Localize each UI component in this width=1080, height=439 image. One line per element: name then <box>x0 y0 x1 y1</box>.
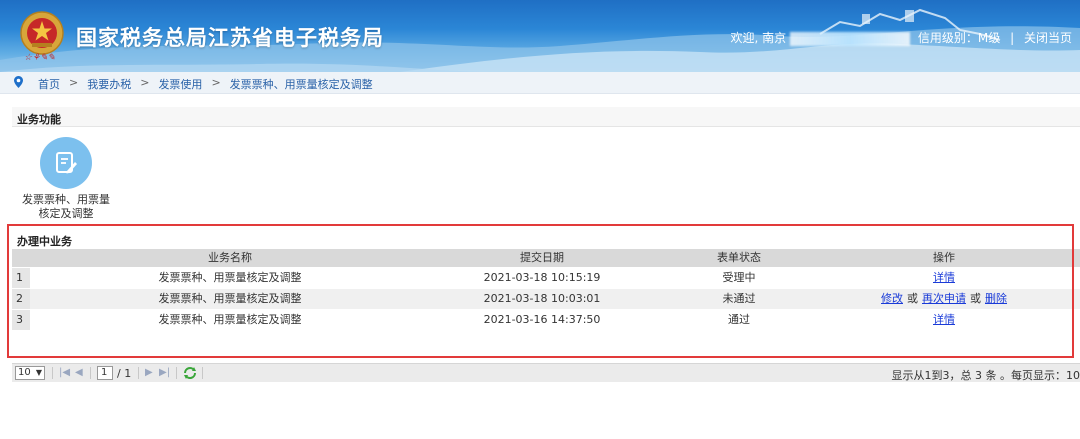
row-business-name: 发票票种、用票量核定及调整 <box>158 271 302 284</box>
column-header-name[interactable]: 业务名称 <box>30 249 430 267</box>
delete-link[interactable]: 删除 <box>985 292 1007 305</box>
row-submit-date: 2021-03-16 14:37:50 <box>483 313 601 326</box>
row-number: 3 <box>12 310 30 330</box>
tile-label: 发票票种、用票量核定及调整 <box>22 193 110 220</box>
table-row[interactable]: 1 发票票种、用票量核定及调整 2021-03-18 10:15:19 受理中 … <box>12 268 1080 288</box>
edit-document-icon <box>56 152 77 174</box>
breadcrumb-separator: > <box>69 76 79 89</box>
tax-bureau-emblem-icon <box>20 11 64 55</box>
header-banner: ☆⚘✎✎ 国家税务总局江苏省电子税务局 欢迎, 南京 信用级别：M级 | 关闭当… <box>0 0 1080 72</box>
prev-page-icon[interactable]: ◀ <box>75 367 83 378</box>
breadcrumb-home[interactable]: 首页 <box>38 76 60 92</box>
chevron-down-icon: ▼ <box>35 368 42 377</box>
column-header-status[interactable]: 表单状态 <box>654 249 824 267</box>
pager-separator <box>90 367 91 379</box>
column-header-date[interactable]: 提交日期 <box>430 249 654 267</box>
modify-link[interactable]: 修改 <box>881 292 903 305</box>
user-bar: 欢迎, 南京 信用级别：M级 | 关闭当页 <box>730 29 1072 46</box>
breadcrumb: 首页 > 我要办税 > 发票使用 > 发票票种、用票量核定及调整 <box>0 72 1080 94</box>
redacted-username <box>790 31 911 46</box>
row-status: 通过 <box>728 313 750 326</box>
next-page-icon[interactable]: ▶ <box>145 367 153 378</box>
pager-separator <box>138 367 139 379</box>
row-number: 1 <box>12 268 30 288</box>
function-section-title: 业务功能 <box>12 107 1080 127</box>
breadcrumb-tax-handling[interactable]: 我要办税 <box>87 76 131 92</box>
table-header: 业务名称 提交日期 表单状态 操作 <box>12 249 1080 267</box>
or-text: 或 <box>907 292 918 305</box>
total-pages: / 1 <box>117 367 132 380</box>
table-row[interactable]: 2 发票票种、用票量核定及调整 2021-03-18 10:03:01 未通过 … <box>12 289 1080 309</box>
row-status: 受理中 <box>722 271 756 284</box>
breadcrumb-current[interactable]: 发票票种、用票量核定及调整 <box>230 76 373 92</box>
row-number: 2 <box>12 289 30 309</box>
location-pin-icon <box>14 76 23 88</box>
row-business-name: 发票票种、用票量核定及调整 <box>158 292 302 305</box>
pager-info: 显示从1到3，总 3 条 。每页显示：10 <box>891 369 1080 382</box>
row-submit-date: 2021-03-18 10:03:01 <box>483 292 601 305</box>
first-page-icon[interactable]: |◀ <box>59 367 70 378</box>
site-title: 国家税务总局江苏省电子税务局 <box>76 26 384 50</box>
details-link[interactable]: 详情 <box>933 271 955 284</box>
page-size-value: 10 <box>18 367 31 378</box>
breadcrumb-invoice-use[interactable]: 发票使用 <box>158 76 202 92</box>
pagination-bar: 10 ▼ |◀ ◀ 1 / 1 ▶ ▶| 显示从1到3，总 3 条 。每页显示：… <box>12 363 1080 382</box>
pager-separator <box>176 367 177 379</box>
row-ops: 详情 <box>824 310 1064 330</box>
last-page-icon[interactable]: ▶| <box>159 367 170 378</box>
pending-section-title: 办理中业务 <box>12 229 1080 249</box>
current-page-input[interactable]: 1 <box>97 366 113 380</box>
row-business-name: 发票票种、用票量核定及调整 <box>158 313 302 326</box>
reapply-link[interactable]: 再次申请 <box>922 292 966 305</box>
credit-level: 信用级别：M级 <box>917 31 1001 45</box>
welcome-text: 欢迎, 南京 <box>730 31 787 45</box>
details-link[interactable]: 详情 <box>933 313 955 326</box>
signature-mark: ☆⚘✎✎ <box>24 53 56 63</box>
invoice-approval-tile[interactable]: 发票票种、用票量核定及调整 <box>22 137 110 221</box>
table-row[interactable]: 3 发票票种、用票量核定及调整 2021-03-16 14:37:50 通过 详… <box>12 310 1080 330</box>
userbar-separator: | <box>1010 31 1015 45</box>
row-ops: 详情 <box>824 268 1064 288</box>
pager-separator <box>202 367 203 379</box>
pager-separator <box>52 367 53 379</box>
rownum-header <box>12 249 30 267</box>
row-ops: 修改或再次申请或删除 <box>824 289 1064 309</box>
row-submit-date: 2021-03-18 10:15:19 <box>483 271 601 284</box>
breadcrumb-separator: > <box>211 76 221 89</box>
close-page-link[interactable]: 关闭当页 <box>1024 31 1072 45</box>
page-size-select[interactable]: 10 ▼ <box>15 366 45 380</box>
refresh-icon[interactable] <box>183 366 197 380</box>
row-status: 未通过 <box>722 292 756 305</box>
column-header-ops: 操作 <box>933 251 955 264</box>
or-text: 或 <box>970 292 981 305</box>
breadcrumb-separator: > <box>140 76 150 89</box>
tile-icon-circle <box>40 137 92 189</box>
